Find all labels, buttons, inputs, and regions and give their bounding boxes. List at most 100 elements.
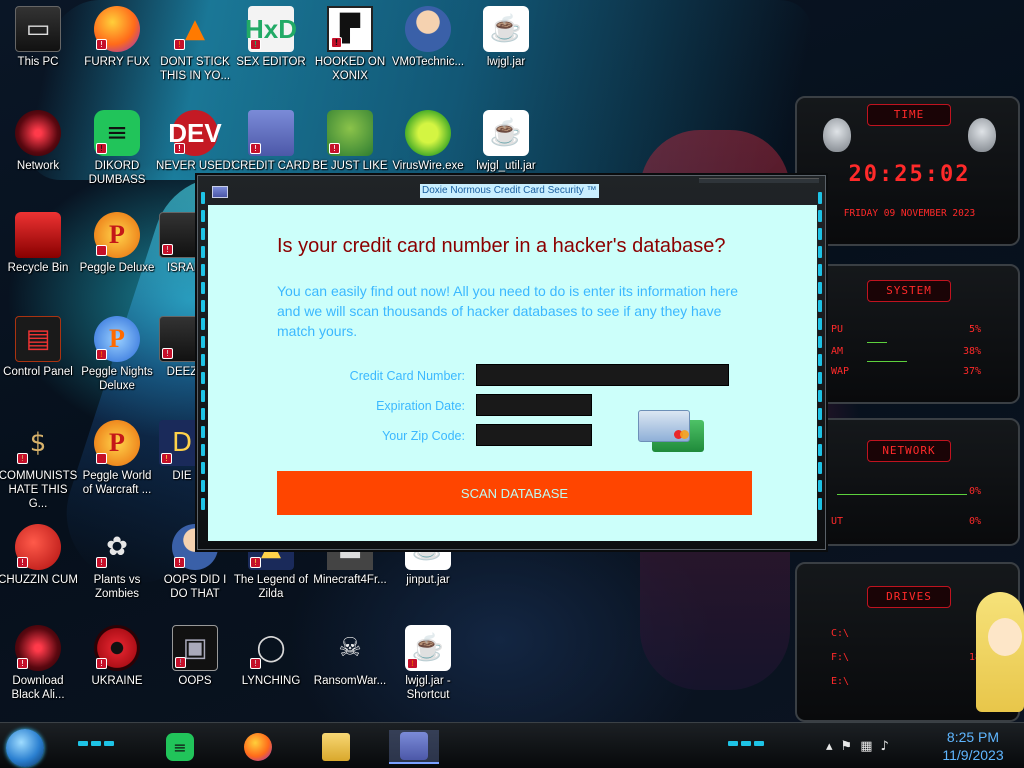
ram-row: AM 38% xyxy=(831,346,981,357)
expiration-date-input[interactable] xyxy=(476,394,592,416)
taskbar-clock[interactable]: 8:25 PM 11/9/2023 xyxy=(930,728,1016,764)
desktop-icon-peggle-deluxe[interactable]: P! Peggle Deluxe xyxy=(80,212,154,304)
desktop-icon-label: Recycle Bin xyxy=(7,262,69,274)
desktop-icon-download-black-ali[interactable]: ! Download Black Ali... xyxy=(1,625,75,717)
desktop-icon-lwjgl-jar[interactable]: ☕ lwjgl.jar xyxy=(469,6,543,98)
window-content: Is your credit card number in a hacker's… xyxy=(208,205,817,541)
network-gadget-caption: NETWORK xyxy=(867,440,951,462)
credit-card-icon: ! xyxy=(248,110,294,156)
cpu-row: PU 5% xyxy=(831,324,981,335)
desktop-icon-lwjgl-shortcut[interactable]: ☕! lwjgl.jar - Shortcut xyxy=(391,625,465,717)
desktop-icon-label: OOPS xyxy=(178,675,212,687)
desktop-icon-label: The Legend of Zilda xyxy=(233,574,309,600)
volume-icon[interactable]: ♪ xyxy=(880,739,888,754)
radiation-icon: ! xyxy=(94,625,140,671)
folder-icon xyxy=(322,733,350,761)
desktop-icon-peggle-nights[interactable]: P! Peggle Nights Deluxe xyxy=(80,316,154,408)
card-number-label: Credit Card Number: xyxy=(349,369,465,383)
desktop-icon-this-pc[interactable]: ▭ This PC xyxy=(1,6,75,98)
desktop-icon-label: DONT STICK THIS IN YO... xyxy=(159,56,231,82)
desktop-icon-ransomware[interactable]: ☠ RansomWar... xyxy=(313,625,387,717)
peggle-icon: P! xyxy=(94,212,140,258)
network-gadget: NETWORK 0% UT 0% xyxy=(795,418,1020,546)
green-app-icon: ≡ xyxy=(166,733,194,761)
grinch-icon: ! xyxy=(327,110,373,156)
net-in-graph xyxy=(837,494,967,495)
gadget-clock: 20:25:02 xyxy=(848,162,971,187)
credit-card-icon xyxy=(212,186,228,198)
desktop-icon-label: lwjgl.jar - Shortcut xyxy=(405,675,451,701)
desktop-icon-dikord[interactable]: ≡! DIKORD DUMBASS xyxy=(80,110,154,202)
taskbar-date: 11/9/2023 xyxy=(942,747,1004,763)
desktop-icon-oops[interactable]: ▣! OOPS xyxy=(158,625,232,717)
taskbar-time: 8:25 PM xyxy=(946,729,1000,745)
desktop-icon-label: LYNCHING xyxy=(241,675,301,687)
card-number-input[interactable] xyxy=(476,364,729,386)
drive-e-row: E:\ xyxy=(831,676,850,687)
desktop-icon-label: COMMUNISTS HATE THIS G... xyxy=(0,470,78,510)
network-icon[interactable]: ▦ xyxy=(860,739,872,754)
firefox-taskbar-button[interactable] xyxy=(233,730,283,764)
credit-cards-icon xyxy=(638,410,708,452)
desktop-icon-vm0technic[interactable]: VM0Technic... xyxy=(391,6,465,98)
scan-database-button[interactable]: SCAN DATABASE xyxy=(277,471,752,515)
desktop-icon-dont-stick[interactable]: ▲! DONT STICK THIS IN YO... xyxy=(158,6,232,98)
desktop-icon-peggle-wow[interactable]: P! Peggle World of Warcraft ... xyxy=(80,420,154,512)
drive-c-row: C:\ xyxy=(831,628,850,639)
control-panel-icon: ▤ xyxy=(15,316,61,362)
desktop-icon-hooked-on-xonix[interactable]: ▛! HOOKED ON XONIX xyxy=(313,6,387,98)
desktop-icon-furry-fux[interactable]: ! FURRY FUX xyxy=(80,6,154,98)
taskbar: ≡ ▴ ⚑ ▦ ♪ 8:25 PM 11/9/2023 xyxy=(0,722,1024,768)
desktop-icon-sex-editor[interactable]: HxD! SEX EDITOR xyxy=(234,6,308,98)
system-gadget-caption: SYSTEM xyxy=(867,280,951,302)
desktop-icon-label: CREDIT CARD xyxy=(231,160,311,172)
titlebar-decoration xyxy=(699,178,819,183)
desktop-icon-label: Download Black Ali... xyxy=(11,675,65,701)
credit-card-taskbar-button[interactable] xyxy=(389,730,439,764)
dikord-taskbar-button[interactable]: ≡ xyxy=(155,730,205,764)
gadget-date: FRIDAY 09 NOVEMBER 2023 xyxy=(843,208,976,219)
description-text: You can easily find out now! All you nee… xyxy=(277,283,738,339)
firefox-icon xyxy=(244,733,272,761)
peggle-icon: P! xyxy=(94,420,140,466)
time-gadget: TIME 20:25:02 FRIDAY 09 NOVEMBER 2023 xyxy=(795,96,1020,246)
cartoon-character xyxy=(972,592,1024,718)
desktop-icon-network[interactable]: Network xyxy=(1,110,75,202)
taskbar-accent xyxy=(78,741,114,746)
window-left-accent xyxy=(200,186,206,541)
terminal-icon: ▣! xyxy=(172,625,218,671)
desktop-icon-control-panel[interactable]: ▤ Control Panel xyxy=(1,316,75,408)
start-button[interactable] xyxy=(6,729,44,767)
desktop-icon-label: CHUZZIN CUM xyxy=(0,574,78,586)
desktop-icon-chuzzin[interactable]: ! CHUZZIN CUM xyxy=(0,524,78,616)
hide-icons-icon[interactable]: ▴ xyxy=(826,739,833,754)
flag-icon[interactable]: ⚑ xyxy=(841,739,853,754)
desktop-icon-communists[interactable]: $! COMMUNISTS HATE THIS G... xyxy=(0,420,78,512)
desktop-icon-lynching[interactable]: ◯! LYNCHING xyxy=(234,625,308,717)
window-right-accent xyxy=(817,186,823,541)
noose-icon: ◯! xyxy=(248,625,294,671)
desktop-icon-recycle-bin[interactable]: Recycle Bin xyxy=(1,212,75,304)
desktop-icon-label: DIKORD DUMBASS xyxy=(88,160,146,186)
peggle-icon: P! xyxy=(94,316,140,362)
skull-icon: ☠ xyxy=(338,633,362,663)
drive-f-row: F:\ 18 xyxy=(831,652,981,663)
taskbar-accent xyxy=(728,741,764,746)
recycle-bin-icon xyxy=(15,212,61,258)
desktop-icon-ukraine[interactable]: ! UKRAINE xyxy=(80,625,154,717)
computer-icon: ▭ xyxy=(15,6,61,52)
ram-graph xyxy=(867,361,907,362)
file-explorer-taskbar-button[interactable] xyxy=(311,730,361,764)
desktop-icon-label: BE JUST LIKE xyxy=(312,160,388,172)
network-icon xyxy=(15,110,61,156)
cpu-graph xyxy=(867,342,887,343)
zip-code-input[interactable] xyxy=(476,424,592,446)
desktop-icon-label: HOOKED ON XONIX xyxy=(314,56,386,82)
desktop-icon-label: jinput.jar xyxy=(406,574,450,586)
desktop-icon-label: Plants vs Zombies xyxy=(93,574,141,600)
network-icon: ! xyxy=(15,625,61,671)
window-titlebar[interactable]: Doxie Normous Credit Card Security ™ xyxy=(198,176,825,204)
lime-icon xyxy=(405,110,451,156)
desktop-icon-plants-vs-zombies[interactable]: ✿! Plants vs Zombies xyxy=(80,524,154,616)
credit-card-security-window: Doxie Normous Credit Card Security ™ Is … xyxy=(197,175,826,550)
